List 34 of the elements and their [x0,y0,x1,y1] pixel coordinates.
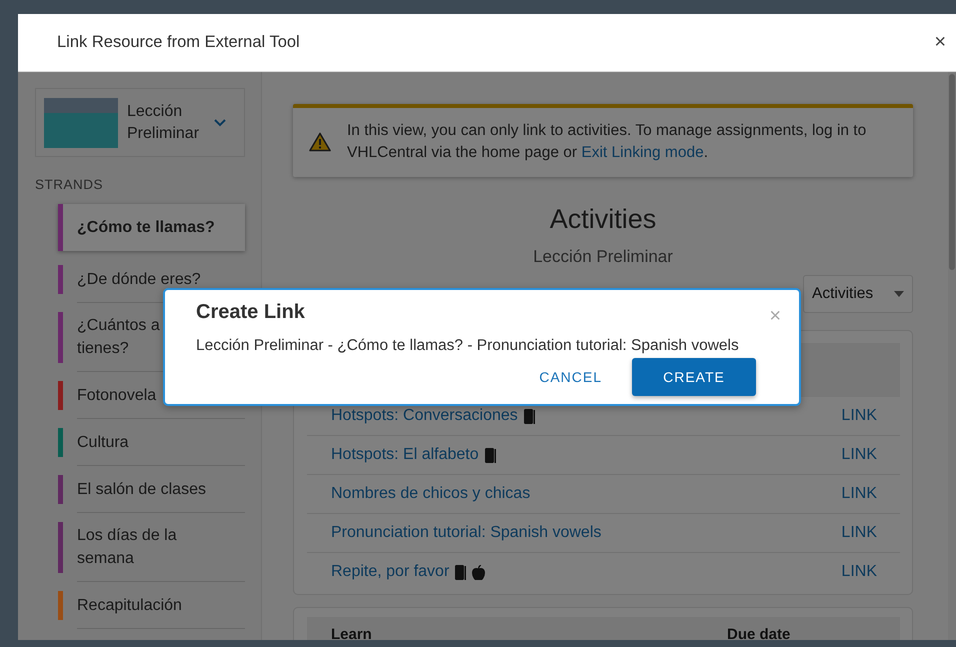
window-title: Link Resource from External Tool [57,33,300,52]
warning-icon [309,132,331,152]
link-action[interactable]: LINK [841,563,877,581]
column-header: Learn [331,626,373,640]
exit-linking-link[interactable]: Exit Linking mode [581,144,704,161]
strand-item[interactable]: Cultura [58,419,245,466]
scrollbar[interactable] [948,72,956,640]
create-button[interactable]: CREATE [632,358,756,396]
caret-icon [894,291,904,297]
close-button[interactable]: × [934,31,946,54]
page-title: Activities [548,204,658,234]
strand-item[interactable]: Recapitulación [58,582,245,629]
cancel-button[interactable]: CANCEL [539,358,602,396]
link-action[interactable]: LINK [841,446,877,464]
activity-link[interactable]: Hotspots: El alfabeto [331,446,479,464]
notice-text: In this view, you can only link to activities. To manage assignments, log in to VHLCentral via the home page or Exit Linking mode. [347,121,868,163]
link-action[interactable]: LINK [841,485,877,503]
activity-link[interactable]: Nombres de chicos y chicas [331,485,530,503]
page-subtitle: Lección Preliminar [532,246,674,268]
filter-dropdown[interactable]: Activities [803,275,913,313]
link-action[interactable]: LINK [841,524,877,542]
activity-link[interactable]: Pronunciation tutorial: Spanish vowels [331,524,602,542]
strand-item[interactable]: El salón de clases [58,466,245,513]
strand-item[interactable]: Los días de la semana [58,513,245,582]
strand-item[interactable]: ¿Cómo te llamas? [58,204,245,251]
chevron-down-icon [214,118,226,126]
column-header: Due date [727,626,792,640]
lesson-selector[interactable]: Lección Preliminar [35,88,245,157]
lesson-title: Lección Preliminar [127,102,200,144]
link-action[interactable]: LINK [841,407,877,425]
activity-link[interactable]: Hotspots: Conversaciones [331,407,518,425]
section-heading: STRANDS [35,177,104,192]
close-button[interactable]: × [769,306,781,326]
activity-link[interactable]: Repite, por favor [331,563,450,581]
